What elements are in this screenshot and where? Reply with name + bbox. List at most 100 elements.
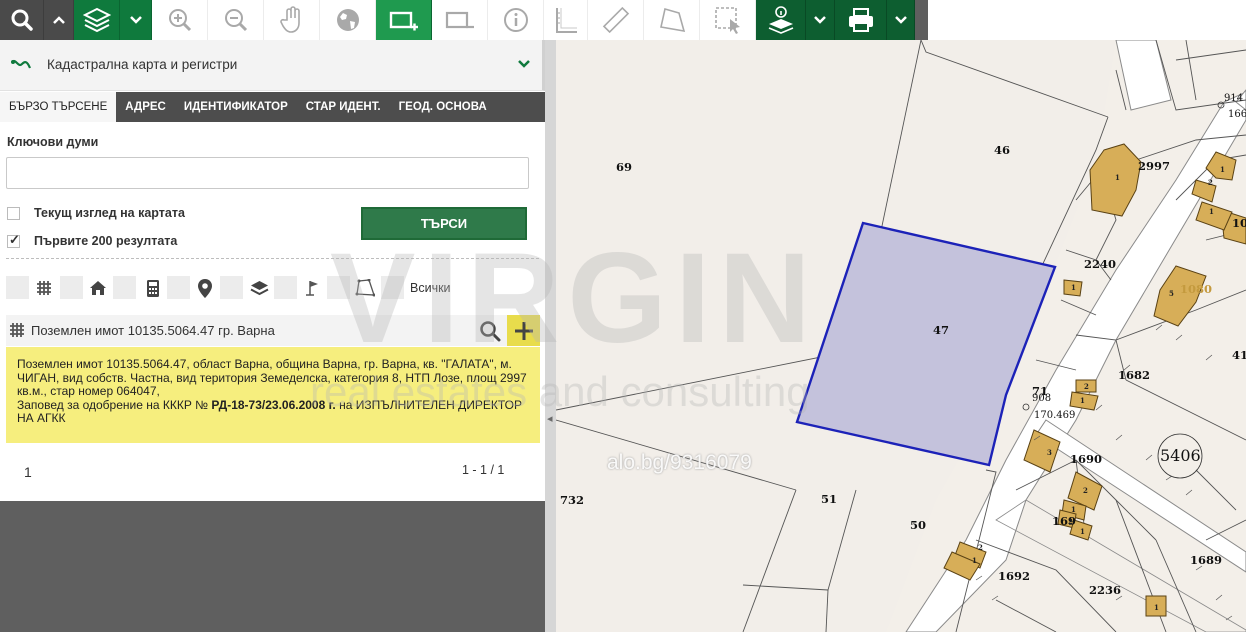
parcel-icon xyxy=(10,323,24,337)
globe-button[interactable] xyxy=(320,0,376,40)
keywords-label: Ключови думи xyxy=(7,135,99,149)
pagination-page[interactable]: 1 xyxy=(24,464,32,480)
search-button[interactable]: ТЪРСИ xyxy=(361,207,527,240)
add-rectangle-button[interactable] xyxy=(376,0,432,40)
panel-splitter[interactable]: ◂ xyxy=(545,40,556,632)
order-prefix: Заповед за одобрение на КККР № xyxy=(17,397,209,412)
pan-button[interactable] xyxy=(264,0,320,40)
building-floors-label: 1 xyxy=(1220,165,1225,174)
parcel-label: 2240 xyxy=(1084,257,1117,271)
parcel-label: 51 xyxy=(821,492,838,506)
filter-all-label: Всички xyxy=(410,281,451,295)
parcel-label: 69 xyxy=(616,160,633,174)
pan-hand-icon xyxy=(279,6,300,33)
measure-angle-button[interactable] xyxy=(544,0,588,40)
layers-icon xyxy=(82,7,111,33)
chevron-down-icon xyxy=(814,16,826,24)
tab-address[interactable]: АДРЕС xyxy=(116,92,175,122)
filter-checkbox[interactable] xyxy=(167,276,190,299)
tab-geodetic-base[interactable]: ГЕОД. ОСНОВА xyxy=(390,92,496,122)
print-icon xyxy=(848,8,873,32)
measure-distance-icon xyxy=(602,6,629,34)
cadastral-map[interactable]: 69 46 47 2997 2240 1080 1682 71 908 170.… xyxy=(556,40,1246,632)
collapse-arrow-icon: ◂ xyxy=(547,413,553,425)
keywords-input[interactable] xyxy=(6,157,529,189)
first200-label: Първите 200 резултата xyxy=(34,234,178,248)
search-icon xyxy=(11,9,33,31)
search-tool-button[interactable] xyxy=(0,0,44,40)
toolbar xyxy=(0,0,928,40)
select-area-button[interactable] xyxy=(700,0,756,40)
info-button[interactable] xyxy=(488,0,544,40)
pagination-count: 1 - 1 / 1 xyxy=(462,463,505,477)
identify-layers-icon xyxy=(768,6,793,34)
filter-checkbox[interactable] xyxy=(6,276,29,299)
current-view-checkbox[interactable] xyxy=(7,207,20,220)
measure-area-button[interactable] xyxy=(644,0,700,40)
layers-button[interactable] xyxy=(74,0,120,40)
zoom-in-icon xyxy=(168,9,191,32)
globe-icon xyxy=(336,9,359,31)
filter-checkbox[interactable] xyxy=(113,276,136,299)
order-number: РД-18-73/23.06.2008 г. xyxy=(211,397,336,412)
building-floors-label: 1 xyxy=(1071,505,1076,514)
layers-dropdown-button[interactable] xyxy=(120,0,152,40)
parcel-label: 1690 xyxy=(1070,452,1103,466)
filter-checkbox[interactable] xyxy=(60,276,83,299)
first200-checkbox[interactable]: ✓ xyxy=(7,232,20,248)
building-floors-label: 2 xyxy=(1208,178,1213,187)
chevron-down-icon xyxy=(894,16,907,24)
parcel-icon xyxy=(34,278,54,298)
add-result-button[interactable] xyxy=(507,315,540,346)
remove-rectangle-icon xyxy=(445,11,474,29)
divider xyxy=(6,258,539,259)
zoom-in-button[interactable] xyxy=(152,0,208,40)
select-area-icon xyxy=(714,7,740,34)
zoom-to-result-button[interactable] xyxy=(473,315,506,346)
parcel-label: 732 xyxy=(560,493,585,507)
building-floors-label: 1 xyxy=(1209,207,1214,216)
tab-quick-search[interactable]: БЪРЗО ТЪРСЕНЕ xyxy=(0,92,117,122)
result-description: Поземлен имот 10135.5064.47, област Варн… xyxy=(17,357,527,398)
print-button[interactable] xyxy=(835,0,887,40)
filter-checkbox-all[interactable] xyxy=(381,276,404,299)
filter-checkbox[interactable] xyxy=(274,276,297,299)
filter-checkbox[interactable] xyxy=(327,276,350,299)
chevron-down-icon[interactable] xyxy=(517,59,531,69)
parcel-label-selected: 47 xyxy=(933,323,950,337)
toolbar-spacer xyxy=(928,0,1246,40)
filter-checkbox[interactable] xyxy=(220,276,243,299)
tab-old-identifier[interactable]: СТАР ИДЕНТ. xyxy=(297,92,390,122)
collapse-toolbar-button[interactable] xyxy=(44,0,74,40)
building-floors-label: 2 xyxy=(978,543,983,552)
parcel-label: 2997 xyxy=(1138,159,1171,173)
remove-rectangle-button[interactable] xyxy=(432,0,488,40)
flag-icon xyxy=(302,278,322,298)
block-number-label: 5406 xyxy=(1160,446,1201,465)
result-item[interactable]: Поземлен имот 10135.5064.47 гр. Варна xyxy=(6,315,540,346)
building-floors-label: 3 xyxy=(1047,448,1052,457)
building-floors-label: 2 xyxy=(1068,517,1073,526)
building-floors-label: 1 xyxy=(1080,527,1085,536)
building-floors-label: 1 xyxy=(972,556,977,565)
building-floors-label: 1 xyxy=(1080,396,1085,405)
zoom-out-button[interactable] xyxy=(208,0,264,40)
result-title: Поземлен имот 10135.5064.47 гр. Варна xyxy=(31,323,275,338)
identify-layers-button[interactable] xyxy=(756,0,806,40)
building-floors-label: 2 xyxy=(1084,382,1089,391)
print-dropdown-button[interactable] xyxy=(887,0,915,40)
add-rectangle-icon xyxy=(389,11,418,31)
home-icon xyxy=(88,278,108,298)
chevron-down-icon xyxy=(129,16,142,24)
parcel-label: 914 xyxy=(1224,93,1244,104)
search-tabs: БЪРЗО ТЪРСЕНЕ АДРЕС ИДЕНТИФИКАТОР СТАР И… xyxy=(0,92,545,122)
building-floors-label: 1 xyxy=(1154,603,1159,612)
polygon-icon xyxy=(355,278,375,298)
measure-distance-button[interactable] xyxy=(588,0,644,40)
tab-identifier[interactable]: ИДЕНТИФИКАТОР xyxy=(175,92,297,122)
panel-empty-area xyxy=(0,501,545,632)
identify-dropdown-button[interactable] xyxy=(806,0,835,40)
parcel-label: 1080 xyxy=(1180,282,1213,296)
parcel-label: 1689 xyxy=(1190,553,1223,567)
layer-header[interactable]: Кадастрална карта и регистри xyxy=(0,40,545,91)
